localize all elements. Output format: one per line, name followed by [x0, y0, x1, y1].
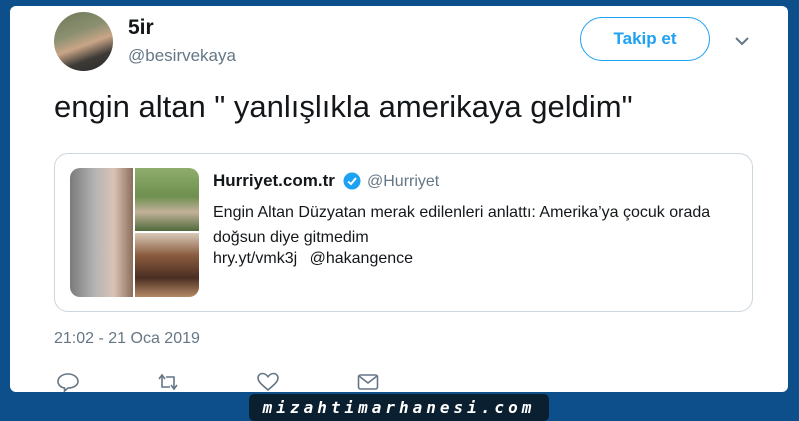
- timestamp[interactable]: 21:02 - 21 Oca 2019: [54, 330, 200, 348]
- media-photo-2: [135, 168, 199, 231]
- quoted-tweet[interactable]: Hurriyet.com.tr @Hurriyet Engin Altan Dü…: [54, 153, 753, 312]
- quoted-text: Engin Altan Düzyatan merak edilenleri an…: [213, 204, 711, 246]
- quoted-link[interactable]: hry.yt/vmk3j: [213, 250, 297, 267]
- site-watermark: mizahtimarhanesi.com: [249, 394, 549, 421]
- quoted-media[interactable]: [70, 168, 199, 297]
- user-handle[interactable]: @besirvekaya: [128, 46, 236, 66]
- follow-button[interactable]: Takip et: [580, 17, 710, 61]
- like-icon[interactable]: [256, 372, 280, 392]
- reply-icon[interactable]: [56, 372, 80, 392]
- quoted-mention[interactable]: @hakangence: [310, 250, 413, 267]
- avatar[interactable]: [54, 12, 113, 71]
- verified-icon: [343, 172, 361, 190]
- media-photo-3: [135, 233, 199, 297]
- quoted-handle: @Hurriyet: [367, 173, 440, 190]
- tweet-text: engin altan " yanlışlıkla amerikaya geld…: [54, 89, 633, 124]
- quoted-links: hry.yt/vmk3j @hakangence: [213, 250, 413, 268]
- display-name[interactable]: 5ir: [128, 16, 154, 40]
- chevron-down-icon[interactable]: [732, 34, 752, 48]
- retweet-icon[interactable]: [156, 372, 180, 392]
- quoted-display-name: Hurriyet.com.tr: [213, 171, 335, 190]
- message-icon[interactable]: [356, 372, 380, 392]
- media-photo-1: [70, 168, 133, 297]
- tweet-card: 5ir @besirvekaya Takip et engin altan " …: [10, 6, 788, 392]
